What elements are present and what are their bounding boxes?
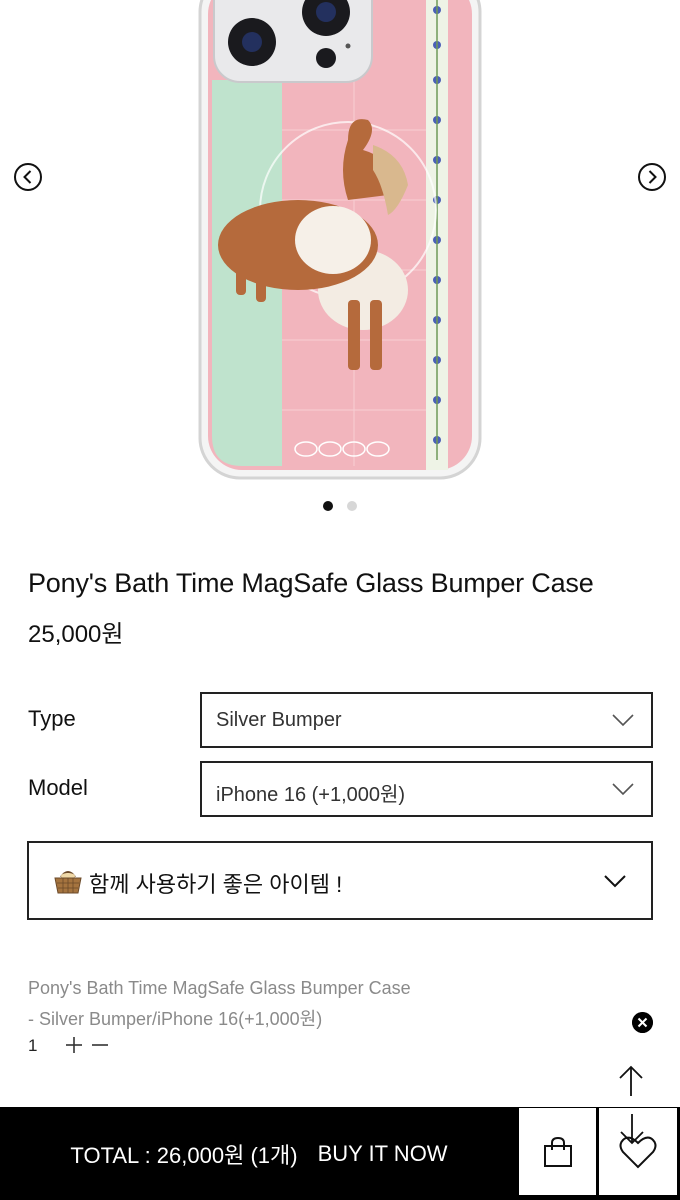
arrow-down-icon[interactable]	[617, 1112, 647, 1146]
shopping-bag-icon	[543, 1136, 572, 1167]
chevron-right-circle-icon[interactable]	[637, 162, 667, 192]
model-select-value: iPhone 16 (+1,000원)	[216, 784, 406, 806]
type-label: Type	[28, 706, 76, 731]
product-price: 25,000원	[28, 621, 124, 648]
add-to-cart-button[interactable]	[518, 1107, 597, 1196]
chevron-down-icon	[604, 875, 626, 888]
bottom-purchase-bar: TOTAL : 26,000원 (1개) BUY IT NOW	[0, 1107, 680, 1200]
selected-item-options: - Silver Bumper/iPhone 16(+1,000원)	[28, 1009, 323, 1029]
related-items-dropdown[interactable]: 함께 사용하기 좋은 아이템 !	[27, 841, 653, 920]
buy-now-button[interactable]: TOTAL : 26,000원 (1개) BUY IT NOW	[0, 1107, 518, 1200]
close-icon[interactable]	[632, 1012, 653, 1033]
total-price: TOTAL : 26,000원 (1개)	[70, 1142, 298, 1168]
quantity-value[interactable]: 1	[28, 1036, 37, 1056]
selected-item-name: Pony's Bath Time MagSafe Glass Bumper Ca…	[28, 978, 411, 998]
buy-now-label: BUY IT NOW	[317, 1140, 448, 1166]
chevron-down-icon	[612, 783, 634, 796]
plus-icon[interactable]	[64, 1035, 84, 1055]
related-items-label: 함께 사용하기 좋은 아이템 !	[89, 872, 343, 897]
product-title: Pony's Bath Time MagSafe Glass Bumper Ca…	[28, 568, 594, 598]
chevron-left-circle-icon[interactable]	[13, 162, 43, 192]
basket-icon	[54, 871, 82, 894]
product-image-carousel[interactable]	[0, 0, 680, 525]
chevron-down-icon	[612, 714, 634, 727]
model-select[interactable]: iPhone 16 (+1,000원)	[200, 761, 653, 817]
type-select[interactable]: Silver Bumper	[200, 692, 653, 748]
model-label: Model	[28, 775, 88, 800]
carousel-pagination	[0, 501, 680, 513]
pagination-dot[interactable]	[347, 501, 357, 511]
arrow-up-icon[interactable]	[615, 1064, 647, 1098]
product-image	[198, 0, 482, 480]
type-select-value: Silver Bumper	[216, 709, 342, 731]
minus-icon[interactable]	[90, 1035, 110, 1055]
pagination-dot-active[interactable]	[323, 501, 333, 511]
